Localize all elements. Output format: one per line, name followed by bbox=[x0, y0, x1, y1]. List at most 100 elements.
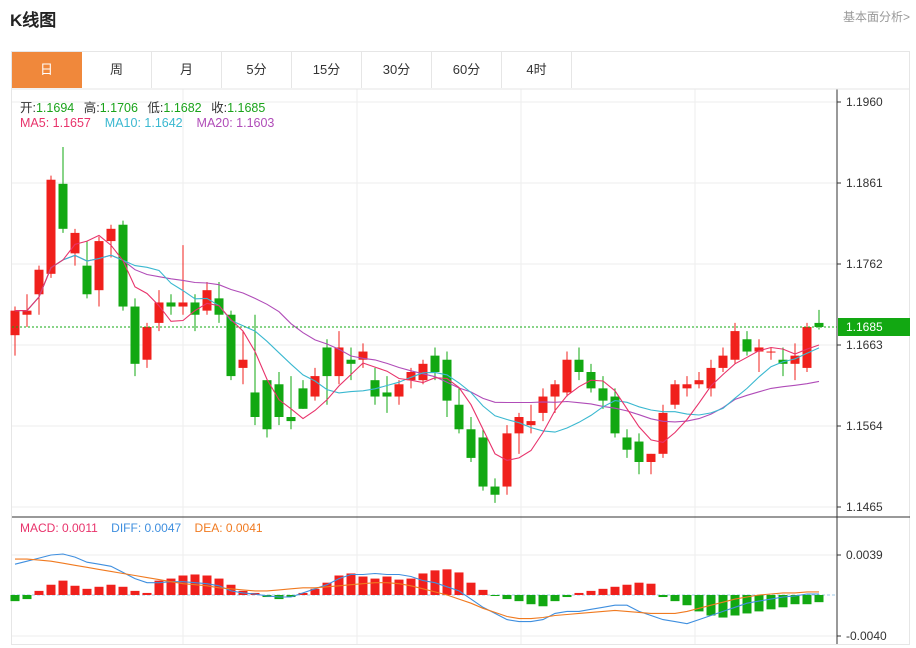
candle-body bbox=[94, 241, 104, 291]
candle-body bbox=[514, 417, 524, 434]
macd-bar bbox=[382, 576, 392, 595]
candle-body bbox=[646, 453, 656, 462]
candle-body bbox=[814, 322, 824, 327]
candle-body bbox=[178, 302, 188, 307]
candle-body bbox=[574, 359, 584, 372]
candle-body bbox=[538, 396, 548, 413]
close-value: 1.1685 bbox=[227, 101, 266, 115]
candle-body bbox=[250, 392, 260, 417]
close-label: 收: bbox=[211, 101, 228, 115]
macd-value: 0.0011 bbox=[62, 521, 98, 535]
macd-readout: MACD: 0.0011 DIFF: 0.0047 DEA: 0.0041 bbox=[20, 521, 263, 535]
ma-readout: MA5: 1.1657 MA10: 1.1642 MA20: 1.1603 bbox=[20, 116, 274, 130]
candle-body bbox=[118, 224, 128, 307]
current-price-label: 1.1685 bbox=[846, 320, 883, 334]
macd-bar bbox=[598, 588, 608, 595]
candle-body bbox=[598, 388, 608, 401]
macd-bar bbox=[478, 589, 488, 595]
ma5-value: 1.1657 bbox=[52, 116, 91, 130]
macd-bar bbox=[394, 579, 404, 595]
macd-bar bbox=[526, 594, 536, 605]
ma10-label: MA10: bbox=[104, 116, 145, 130]
macd-y-tick-label: 0.0039 bbox=[846, 548, 883, 562]
candle-body bbox=[262, 380, 272, 430]
ma20-text: MA20: 1.1603 bbox=[197, 116, 275, 130]
macd-bar bbox=[370, 578, 380, 595]
candle-body bbox=[766, 351, 776, 353]
macd-bar bbox=[610, 586, 620, 595]
y-tick-label: 1.1861 bbox=[846, 176, 883, 190]
candle-body bbox=[418, 363, 428, 381]
y-tick-label: 1.1663 bbox=[846, 338, 883, 352]
candle-body bbox=[226, 314, 236, 377]
macd-bar bbox=[766, 594, 776, 610]
candle-body bbox=[22, 310, 32, 315]
candle-body bbox=[322, 347, 332, 377]
candle-body bbox=[658, 412, 668, 454]
macd-bar bbox=[574, 592, 584, 595]
macd-bar bbox=[754, 594, 764, 612]
macd-bar bbox=[34, 590, 44, 595]
macd-bar bbox=[94, 586, 104, 595]
macd-bar bbox=[118, 586, 128, 595]
macd-label: MACD: bbox=[20, 521, 62, 535]
macd-bar bbox=[490, 594, 500, 597]
macd-bar bbox=[70, 585, 80, 595]
candle-body bbox=[142, 327, 152, 360]
candle-body bbox=[82, 265, 92, 295]
macd-bar bbox=[82, 588, 92, 595]
macd-bar bbox=[142, 592, 152, 595]
macd-bar bbox=[538, 594, 548, 607]
ma5-text: MA5: 1.1657 bbox=[20, 116, 91, 130]
macd-bar bbox=[646, 583, 656, 595]
candle-body bbox=[394, 384, 404, 397]
ma20-value: 1.1603 bbox=[236, 116, 275, 130]
macd-bar bbox=[634, 582, 644, 595]
candle-body bbox=[298, 388, 308, 409]
candle-body bbox=[670, 384, 680, 405]
macd-bar bbox=[802, 594, 812, 605]
macd-bar bbox=[454, 572, 464, 595]
candle-body bbox=[550, 384, 560, 397]
candle-body bbox=[130, 306, 140, 364]
macd-bar bbox=[562, 594, 572, 598]
macd-bar bbox=[106, 584, 116, 595]
macd-text: MACD: 0.0011 bbox=[20, 521, 98, 535]
macd-bar bbox=[466, 582, 476, 595]
high-label: 高: bbox=[83, 101, 100, 115]
diff-text: DIFF: 0.0047 bbox=[111, 521, 181, 535]
macd-bar bbox=[358, 576, 368, 595]
macd-bar bbox=[502, 594, 512, 600]
macd-bar bbox=[658, 594, 668, 598]
y-tick-label: 1.1762 bbox=[846, 257, 883, 271]
diff-line bbox=[14, 553, 819, 625]
y-tick-label: 1.1960 bbox=[846, 95, 883, 109]
candle-body bbox=[526, 421, 536, 426]
candle-body bbox=[346, 359, 356, 364]
macd-bar bbox=[682, 594, 692, 606]
candle-body bbox=[274, 384, 284, 417]
candle-body bbox=[742, 339, 752, 352]
dea-value: 0.0041 bbox=[225, 521, 263, 535]
macd-bar bbox=[622, 584, 632, 595]
candle-body bbox=[58, 183, 68, 229]
open-value: 1.1694 bbox=[35, 101, 75, 115]
candle-body bbox=[718, 355, 728, 368]
candle-body bbox=[454, 404, 464, 430]
macd-bar bbox=[550, 594, 560, 602]
ma5-label: MA5: bbox=[20, 116, 53, 130]
candle-body bbox=[238, 359, 248, 368]
candle-body bbox=[286, 417, 296, 422]
ohlc-readout: 开:1.1694 高:1.1706 低:1.1682 收:1.1685 bbox=[20, 97, 271, 116]
macd-bar bbox=[718, 594, 728, 618]
macd-bar bbox=[670, 594, 680, 602]
macd-bar bbox=[22, 594, 32, 600]
macd-bar bbox=[58, 580, 68, 595]
macd-bar bbox=[46, 584, 56, 595]
diff-label: DIFF: bbox=[111, 521, 145, 535]
macd-bar bbox=[514, 594, 524, 602]
macd-bar bbox=[586, 590, 596, 595]
macd-bar bbox=[442, 569, 452, 595]
candle-body bbox=[106, 228, 116, 242]
macd-bar bbox=[418, 573, 428, 595]
